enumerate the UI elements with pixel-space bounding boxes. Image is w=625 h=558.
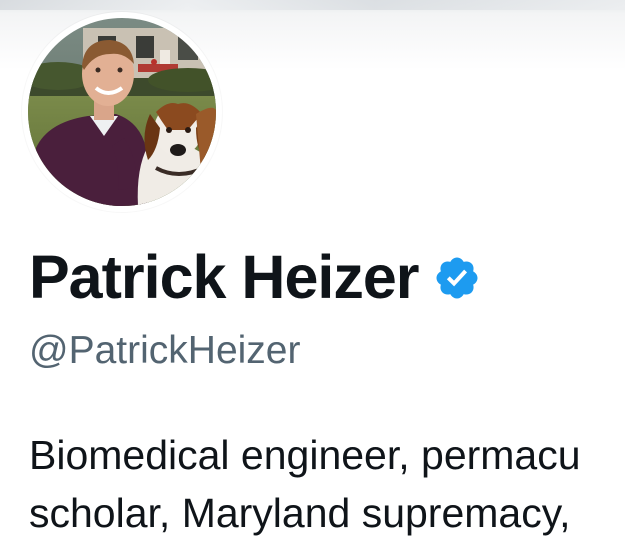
verified-badge-icon[interactable] [433,254,481,302]
bio-line: scholar, Maryland supremacy, [29,490,571,536]
profile-avatar[interactable] [22,12,222,212]
bio-line: Biomedical engineer, permacu [29,432,581,478]
profile-handle: @PatrickHeizer [29,329,301,372]
banner-edge [0,0,625,10]
profile-bio: Biomedical engineer, permacu scholar, Ma… [29,426,625,542]
profile-name-row: Patrick Heizer [29,236,481,318]
display-name: Patrick Heizer [29,242,419,311]
avatar-photo [28,18,216,206]
